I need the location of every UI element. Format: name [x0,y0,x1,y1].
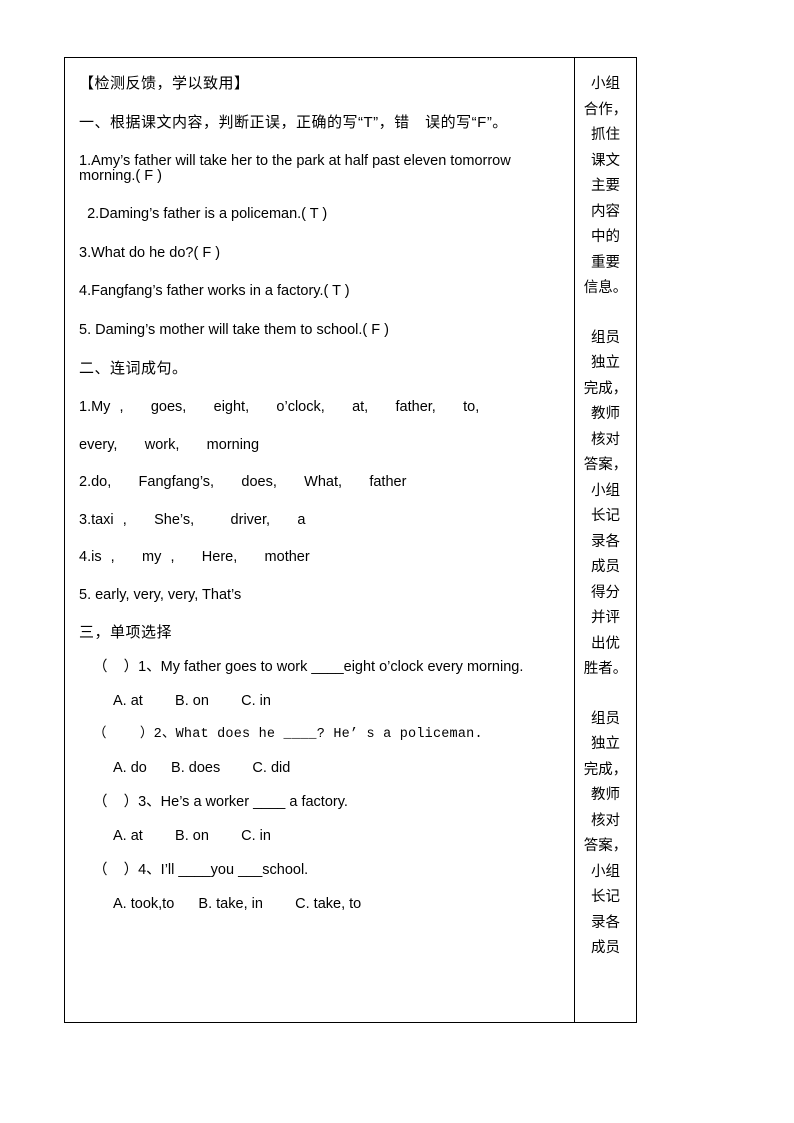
teaching-note-block-1: 小组 合作， 抓住 课文 主要 内容 中的 重要 信息。 [583,76,628,296]
section-three-question-1-stem: （ ）1、My father goes to work ____eight o’… [93,659,524,675]
section-two-item-1: 1.My , goes, eight, o’clock, at, father,… [79,399,480,415]
section-one-item-2: 2.Daming’s father is a policeman.( T ) [79,206,328,222]
section-one-item-5: 5. Daming’s mother will take them to sch… [79,321,389,338]
section-three-question-2-options: A. do B. does C. did [113,759,291,776]
section-three-question-2-stem: （ ）2、What does he ____? He’ s a policema… [93,727,483,742]
main-content-inner: 【检测反馈，学以致用】 一、根据课文内容，判断正误，正确的写“T”，错 误的写“… [65,58,574,911]
section-one-item-1: 1.Amy’s father will take her to the park… [79,153,515,184]
section-two-item-2: 2.do, Fangfang’s, does, What, father [79,474,407,490]
section-three-question-3-options: A. at B. on C. in [113,827,271,844]
section-two-item-1-cont: every, work, morning [79,436,260,453]
section-three-question-3-stem: （ ）3、He’s a worker ____ a factory. [93,794,348,810]
section-two-item-3: 3.taxi , She’s, driver, a [79,511,306,528]
teaching-note-block-3: 组员 独立 完成， 教师 核对 答案， 小组 长记 录各 成员 [583,710,628,957]
worksheet-table: 【检测反馈，学以致用】 一、根据课文内容，判断正误，正确的写“T”，错 误的写“… [64,57,637,1023]
main-content-cell: 【检测反馈，学以致用】 一、根据课文内容，判断正误，正确的写“T”，错 误的写“… [65,58,574,1022]
section-two-item-5: 5. early, very, very, That’s [79,586,242,603]
section-three-question-4-options: A. took,to B. take, in C. take, to [113,895,362,912]
teaching-note-block-2: 组员 独立 完成， 教师 核对 答案， 小组 长记 录各 成员 得分 并评 出优… [583,329,628,678]
section-one-item-4: 4.Fangfang’s father works in a factory.(… [79,283,350,299]
teaching-notes-cell: 小组 合作， 抓住 课文 主要 内容 中的 重要 信息。 组员 独立 完成， 教… [574,58,636,1022]
section-three-question-4-stem: （ ）4、I’ll ____you ___school. [93,862,309,878]
section-two-item-4: 4.is , my , Here, mother [79,549,310,565]
section-three-question-1-options: A. at B. on C. in [113,692,271,709]
worksheet-title: 【检测反馈，学以致用】 [79,75,250,92]
section-one-heading: 一、根据课文内容，判断正误，正确的写“T”，错 误的写“F”。 [79,114,508,131]
section-three-heading: 三，单项选择 [79,624,173,641]
teaching-notes-inner: 小组 合作， 抓住 课文 主要 内容 中的 重要 信息。 组员 独立 完成， 教… [575,58,636,962]
section-one-item-3: 3.What do he do?( F ) [79,244,221,261]
section-two-heading: 二、连词成句。 [79,360,188,377]
